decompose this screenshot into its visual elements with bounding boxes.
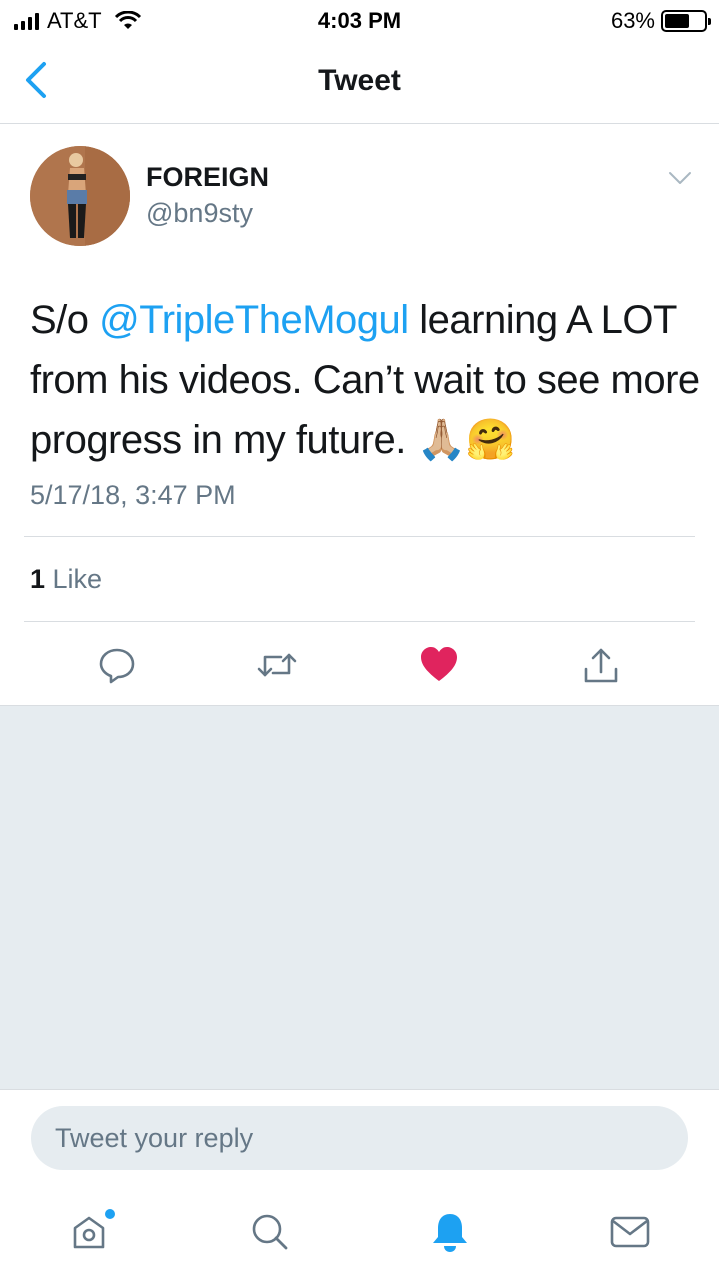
nav-header: Tweet (0, 40, 719, 124)
divider (24, 621, 695, 622)
avatar[interactable] (30, 146, 130, 246)
avatar-image (30, 146, 130, 246)
tab-notifications[interactable] (420, 1202, 480, 1262)
battery-fill (665, 14, 689, 28)
mail-icon (610, 1216, 650, 1248)
status-bar: AT&T 4:03 PM 63% (0, 0, 719, 40)
tweet-timestamp: 5/17/18, 3:47 PM (30, 480, 236, 510)
notification-dot (105, 1209, 115, 1219)
home-icon (73, 1209, 115, 1249)
retweet-icon (257, 653, 297, 677)
battery-icon (661, 10, 711, 32)
tweet-text: S/o @TripleTheMogul learning A LOT from … (30, 290, 700, 470)
reply-input[interactable]: Tweet your reply (31, 1106, 688, 1170)
tweet-actions (0, 640, 719, 690)
like-count-label: Like (45, 564, 103, 594)
battery-percent: 63% (610, 8, 655, 33)
tweet-text-prefix: S/o (30, 298, 100, 342)
tweet-emoji: 🙏🏼🤗 (416, 418, 516, 462)
mention-link[interactable]: @TripleTheMogul (99, 298, 409, 342)
divider (24, 536, 695, 537)
tab-search[interactable] (240, 1202, 300, 1262)
bell-icon (433, 1214, 467, 1252)
author-handle[interactable]: @bn9sty (146, 198, 253, 229)
tab-bar (0, 1190, 719, 1280)
retweet-button[interactable] (252, 640, 302, 690)
author-display-name[interactable]: FOREIGN (146, 162, 269, 193)
status-right: 63% (610, 8, 711, 34)
reply-icon (99, 648, 135, 684)
share-button[interactable] (576, 640, 626, 690)
battery-tip (708, 18, 711, 25)
page-title: Tweet (318, 64, 401, 97)
tab-messages[interactable] (600, 1202, 660, 1262)
like-button[interactable] (414, 640, 464, 690)
like-count-number: 1 (30, 564, 46, 594)
replies-area (0, 705, 719, 1090)
chevron-down-icon[interactable] (667, 168, 693, 188)
likes-count[interactable]: 1 Like (30, 564, 102, 595)
search-icon (252, 1214, 288, 1250)
share-icon (584, 648, 618, 683)
heart-icon (421, 647, 457, 681)
tab-home[interactable] (60, 1202, 120, 1262)
reply-button[interactable] (92, 640, 142, 690)
